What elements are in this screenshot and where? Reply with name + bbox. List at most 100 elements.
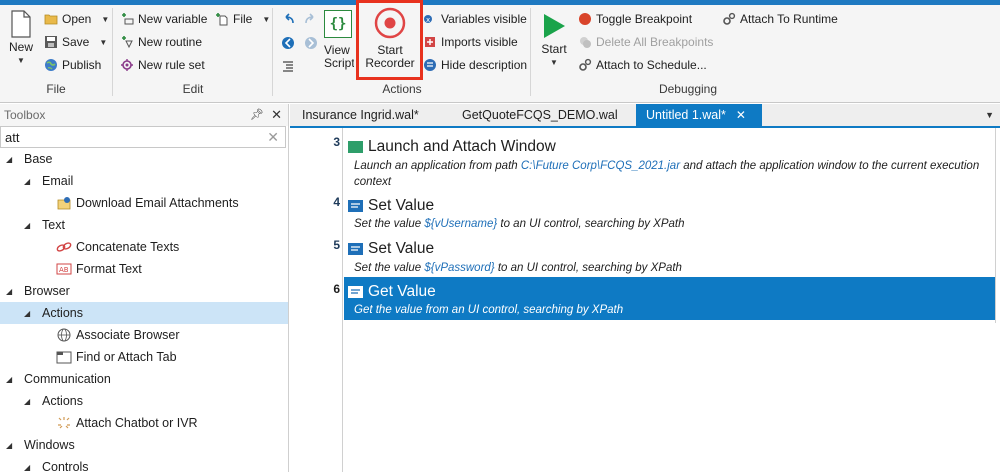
step-set-value-username[interactable]: Set Value Set the value ${vUsername} to …: [344, 191, 995, 233]
new-button[interactable]: New ▼: [6, 10, 36, 67]
attach-to-runtime-label: Attach To Runtime: [740, 12, 838, 26]
start-recorder-button[interactable]: Start Recorder: [362, 6, 418, 70]
line-number: 6: [333, 282, 340, 296]
editor-right-border: [995, 128, 996, 323]
desc-text: to an UI control, searching by XPath: [494, 262, 682, 274]
step-forward-button[interactable]: [304, 33, 318, 53]
breakpoint-icon: [579, 13, 591, 25]
hide-description-toggle[interactable]: Hide description: [423, 55, 527, 75]
gears-icon: [579, 58, 592, 71]
ribbon-accent-line: [0, 0, 1000, 5]
tree-label: Email: [42, 174, 74, 188]
group-separator: [112, 8, 113, 96]
tree-node-browser-actions[interactable]: ◢ Actions: [0, 302, 288, 324]
tab-getquote-fcqs-demo[interactable]: GetQuoteFCQS_DEMO.wal: [452, 104, 630, 126]
globe-icon: [57, 328, 71, 342]
tree-label: Communication: [24, 372, 111, 386]
new-document-icon: [11, 10, 31, 38]
open-button[interactable]: Open ▼: [44, 9, 109, 29]
step-description: Set the value ${vUsername} to an UI cont…: [354, 216, 994, 232]
desc-text: Set the value: [354, 262, 425, 274]
tree-node-base[interactable]: ◢ Base: [6, 148, 53, 170]
tree-label: Attach Chatbot or IVR: [76, 416, 198, 430]
redo-button[interactable]: [304, 10, 318, 30]
chevron-down-icon: ▼: [262, 14, 271, 24]
tree-item-format-text[interactable]: AB Format Text: [56, 258, 142, 280]
start-debug-label: Start: [541, 42, 567, 56]
clear-search-icon[interactable]: ✕: [267, 129, 279, 146]
tree-node-browser[interactable]: ◢ Browser: [6, 280, 70, 302]
tree-node-communication[interactable]: ◢ Communication: [6, 368, 111, 390]
new-routine-button[interactable]: New routine: [120, 32, 202, 52]
save-button[interactable]: Save ▼: [44, 32, 107, 52]
tree-item-associate-browser[interactable]: Associate Browser: [56, 324, 180, 346]
line-number-gutter: [290, 128, 343, 472]
tree-item-concatenate-texts[interactable]: Concatenate Texts: [56, 236, 179, 258]
file-add-icon: [216, 13, 228, 26]
view-script-button[interactable]: {} View Script: [324, 10, 358, 70]
delete-all-breakpoints-label: Delete All Breakpoints: [596, 35, 714, 49]
tree-item-download-email-attachments[interactable]: Download Email Attachments: [56, 192, 239, 214]
add-variable-icon: [122, 13, 134, 25]
hide-description-label: Hide description: [441, 58, 528, 72]
step-back-button[interactable]: [281, 33, 295, 53]
desc-link[interactable]: C:\Future Corp\FCQS_2021.jar: [521, 160, 680, 172]
line-number: 5: [333, 238, 340, 252]
desc-link[interactable]: ${vUsername}: [424, 218, 497, 230]
tab-insurance-ingrid[interactable]: Insurance Ingrid.wal*: [292, 104, 442, 126]
expanded-triangle-icon: ◢: [6, 154, 13, 164]
tree-item-attach-chatbot-or-ivr[interactable]: Attach Chatbot or IVR: [56, 412, 198, 434]
svg-text:x: x: [426, 16, 430, 24]
tree-node-controls[interactable]: ◢ Controls: [24, 456, 89, 472]
toggle-breakpoint-button[interactable]: Toggle Breakpoint: [578, 9, 692, 29]
step-set-value-password[interactable]: Set Value Set the value ${vPassword} to …: [344, 234, 995, 276]
globe-icon: [45, 59, 57, 71]
tree-label: Format Text: [76, 262, 142, 276]
attach-to-schedule-button[interactable]: Attach to Schedule...: [578, 55, 707, 75]
tree-item-find-or-attach-tab[interactable]: Find or Attach Tab: [56, 346, 177, 368]
window-icon: [348, 141, 363, 153]
variables-visible-toggle[interactable]: x Variables visible: [423, 9, 527, 29]
desc-text: to an UI control, searching by XPath: [497, 218, 685, 230]
delete-all-breakpoints-button[interactable]: Delete All Breakpoints: [578, 32, 713, 52]
start-debug-button[interactable]: Start ▼: [538, 12, 570, 69]
imports-visible-toggle[interactable]: Imports visible: [423, 32, 518, 52]
attach-to-runtime-button[interactable]: Attach To Runtime: [722, 9, 838, 29]
tab-overflow-chevron-icon[interactable]: ▼: [985, 110, 994, 120]
link-chain-icon: [56, 242, 72, 252]
tree-node-text[interactable]: ◢ Text: [24, 214, 65, 236]
tree-node-communication-actions[interactable]: ◢ Actions: [24, 390, 83, 412]
close-icon[interactable]: ✕: [271, 107, 282, 123]
outline-button[interactable]: [281, 56, 295, 76]
tree-node-windows[interactable]: ◢ Windows: [6, 434, 75, 456]
group-separator: [530, 8, 531, 96]
delete-breakpoints-icon: [580, 37, 591, 48]
save-label: Save: [62, 35, 90, 49]
get-value-icon: [348, 286, 363, 298]
tree-node-email[interactable]: ◢ Email: [24, 170, 73, 192]
new-rule-set-label: New rule set: [138, 58, 205, 72]
chevron-down-icon: ▼: [101, 14, 110, 24]
step-get-value[interactable]: Get Value Get the value from an UI contr…: [344, 277, 995, 320]
script-editor: 3 Launch and Attach Window Launch an app…: [290, 128, 1000, 472]
imports-visible-label: Imports visible: [441, 35, 518, 49]
new-rule-set-button[interactable]: New rule set: [120, 55, 205, 75]
toolbox-search-input[interactable]: [1, 129, 261, 145]
variables-icon: x: [424, 15, 432, 24]
file-menu-button[interactable]: File ▼: [215, 9, 270, 29]
tree-label: Actions: [42, 394, 83, 408]
step-launch-and-attach-window[interactable]: Launch and Attach Window Launch an appli…: [344, 132, 995, 188]
tab-untitled-1[interactable]: Untitled 1.wal* ✕: [636, 104, 762, 126]
attach-to-schedule-label: Attach to Schedule...: [596, 58, 707, 72]
pin-icon[interactable]: 📌︎: [250, 108, 264, 121]
undo-icon: [285, 13, 294, 24]
publish-label: Publish: [62, 58, 102, 72]
tree-label: Controls: [42, 460, 89, 472]
undo-button[interactable]: [281, 10, 295, 30]
close-icon[interactable]: ✕: [736, 108, 746, 122]
publish-button[interactable]: Publish: [44, 55, 101, 75]
new-variable-label: New variable: [138, 12, 208, 26]
desc-link[interactable]: ${vPassword}: [424, 262, 494, 274]
new-variable-button[interactable]: New variable: [120, 9, 207, 29]
tree-label: Download Email Attachments: [76, 196, 239, 210]
